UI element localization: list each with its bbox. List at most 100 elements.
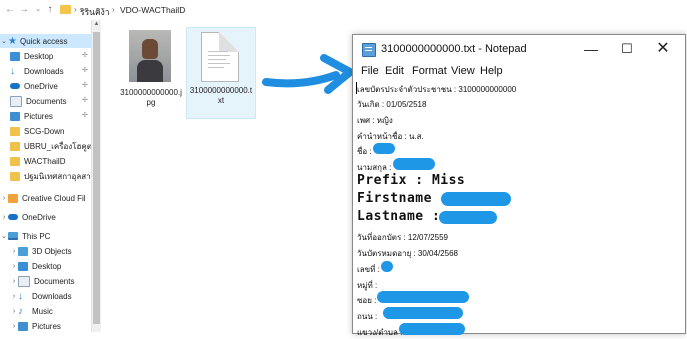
sidebar-item-documents[interactable]: Documents — [10, 94, 66, 108]
recent-chevron-icon[interactable]: ⌄ — [32, 4, 44, 16]
sidebar-item-label: Pictures — [24, 111, 53, 121]
text-line: ชื่อ : — [357, 147, 372, 156]
sidebar-item-onedrive-root[interactable]: › OneDrive — [0, 210, 56, 224]
chevron-right-icon: › — [2, 194, 6, 202]
pin-icon[interactable]: ✢ — [82, 81, 88, 89]
menu-format[interactable]: Format — [412, 65, 447, 77]
text-line: เพศ : หญิง — [357, 116, 393, 125]
sidebar-item-downloads[interactable]: › ↓ Downloads — [10, 289, 72, 303]
cloud-icon — [10, 83, 20, 89]
text-line: วันเกิด : 01/05/2518 — [357, 100, 427, 109]
sidebar-item-folder[interactable]: UBRU_เครื่องโฮคูต — [10, 139, 91, 153]
sidebar-item-label: OneDrive — [22, 212, 56, 222]
menu-help[interactable]: Help — [480, 65, 503, 77]
redaction-mark — [439, 211, 497, 224]
pin-icon[interactable]: ✢ — [82, 111, 88, 119]
text-line: ซอย : — [357, 296, 377, 305]
sidebar-item-desktop[interactable]: › Desktop — [10, 259, 61, 273]
creative-cloud-icon — [8, 193, 18, 203]
music-icon: ♪ — [18, 305, 23, 317]
menu-file[interactable]: File — [361, 65, 379, 77]
file-item-selected[interactable]: 3100000000000.txt — [186, 27, 256, 119]
text-line: ถนน : — [357, 312, 378, 321]
breadcrumb-separator-icon: › — [112, 5, 115, 14]
redaction-mark — [377, 291, 469, 303]
text-line: วันบัตรหมดอายุ : 30/04/2568 — [357, 249, 458, 258]
sidebar-item-documents[interactable]: › Documents — [10, 274, 74, 288]
text-line: เลขบัตรประจำตัวประชาชน : 3100000000000 — [357, 85, 517, 94]
sidebar-item-creative-cloud[interactable]: › Creative Cloud Fil — [0, 191, 91, 205]
sidebar-item-label: Music — [32, 306, 53, 316]
chevron-down-icon: ⌄ — [1, 233, 7, 240]
chevron-right-icon: › — [12, 292, 16, 300]
sidebar-item-pictures[interactable]: Pictures — [10, 109, 53, 123]
redaction-mark — [441, 192, 511, 206]
sidebar-item-label: OneDrive — [24, 81, 58, 91]
chevron-down-icon: ⌄ — [1, 38, 7, 45]
sidebar-item-quick-access[interactable]: ⌄ ★ Quick access — [0, 34, 91, 48]
forward-arrow-icon[interactable]: → — [18, 4, 30, 16]
scroll-thumb[interactable] — [93, 32, 100, 324]
back-arrow-icon[interactable]: ← — [4, 4, 16, 16]
text-line: Firstname : — [357, 191, 449, 206]
redaction-mark — [381, 261, 393, 272]
redaction-mark — [373, 143, 395, 154]
sidebar-item-label: Desktop — [24, 51, 54, 61]
close-button[interactable]: ✕ — [643, 38, 683, 60]
text-line: เลขที่ : — [357, 265, 380, 274]
pin-icon[interactable]: ✢ — [82, 51, 88, 59]
file-name: 3100000000000.txt — [189, 86, 253, 105]
maximize-button[interactable]: ☐ — [607, 38, 647, 60]
menu-view[interactable]: View — [451, 65, 475, 77]
pin-icon[interactable]: ✢ — [82, 96, 88, 104]
sidebar-item-this-pc[interactable]: ⌄ This PC — [0, 229, 50, 243]
sidebar-item-onedrive[interactable]: OneDrive — [10, 79, 58, 93]
breadcrumb-separator-icon: › — [74, 5, 77, 14]
sidebar-item-folder[interactable]: WACThailD — [10, 154, 65, 168]
sidebar-scrollbar[interactable]: ▲ — [91, 20, 101, 332]
sidebar-item-label: SCG-Down — [24, 126, 65, 136]
sidebar-item-desktop[interactable]: Desktop — [10, 49, 53, 63]
menu-edit[interactable]: Edit — [385, 65, 404, 77]
sidebar-item-folder[interactable]: ปฐมนิเทศสกาอุลสา — [10, 169, 91, 183]
pictures-icon — [18, 321, 28, 331]
folder-icon — [10, 156, 20, 166]
file-name: 3100000000000.jpg — [120, 88, 182, 107]
folder-icon — [10, 126, 20, 136]
sidebar-item-label: Desktop — [32, 261, 62, 271]
window-title: 3100000000000.txt - Notepad — [381, 43, 527, 55]
download-icon: ↓ — [10, 65, 15, 77]
folder-icon — [10, 141, 20, 151]
sidebar-item-label: Documents — [34, 276, 75, 286]
notepad-icon — [362, 43, 376, 57]
folder-icon — [10, 171, 20, 181]
text-line: วันที่ออกบัตร : 12/07/2559 — [357, 233, 448, 242]
chevron-right-icon: › — [12, 247, 16, 255]
minimize-button[interactable]: — — [571, 38, 611, 60]
pin-icon[interactable]: ✢ — [82, 66, 88, 74]
breadcrumb-item[interactable]: ริรินคิง้า — [80, 5, 110, 19]
sidebar-item-label: 3D Objects — [32, 246, 72, 256]
breadcrumb-item[interactable]: VDO-WACThailD — [120, 5, 185, 15]
redaction-mark — [393, 158, 435, 170]
notepad-titlebar[interactable]: 3100000000000.txt - Notepad — ☐ ✕ — [353, 35, 685, 63]
text-file-icon — [201, 32, 239, 82]
sidebar-item-3d-objects[interactable]: › 3D Objects — [10, 244, 72, 258]
redaction-mark — [383, 307, 463, 319]
text-line: คำนำหน้าชื่อ : น.ส. — [357, 132, 424, 141]
sidebar-item-music[interactable]: › ♪ Music — [10, 304, 53, 318]
text-area[interactable]: เลขบัตรประจำตัวประชาชน : 3100000000000 ว… — [353, 81, 685, 337]
up-arrow-icon[interactable]: ↑ — [44, 4, 56, 16]
text-line: หมู่ที่ : — [357, 281, 378, 290]
sidebar-item-folder[interactable]: SCG-Down — [10, 124, 64, 138]
scroll-up-icon[interactable]: ▲ — [92, 21, 101, 27]
sidebar-item-label: Downloads — [32, 291, 72, 301]
image-file-icon — [129, 30, 171, 82]
sidebar-item-downloads[interactable]: ↓ Downloads — [10, 64, 64, 78]
pictures-icon — [10, 111, 20, 121]
arrow-icon — [262, 54, 354, 94]
sidebar-item-pictures[interactable]: › Pictures — [10, 319, 61, 333]
navigation-pane: ⌄ ★ Quick access Desktop ✢ ↓ Downloads ✢… — [0, 20, 100, 332]
chevron-right-icon: › — [2, 213, 6, 221]
text-line: Prefix : Miss — [357, 173, 466, 188]
